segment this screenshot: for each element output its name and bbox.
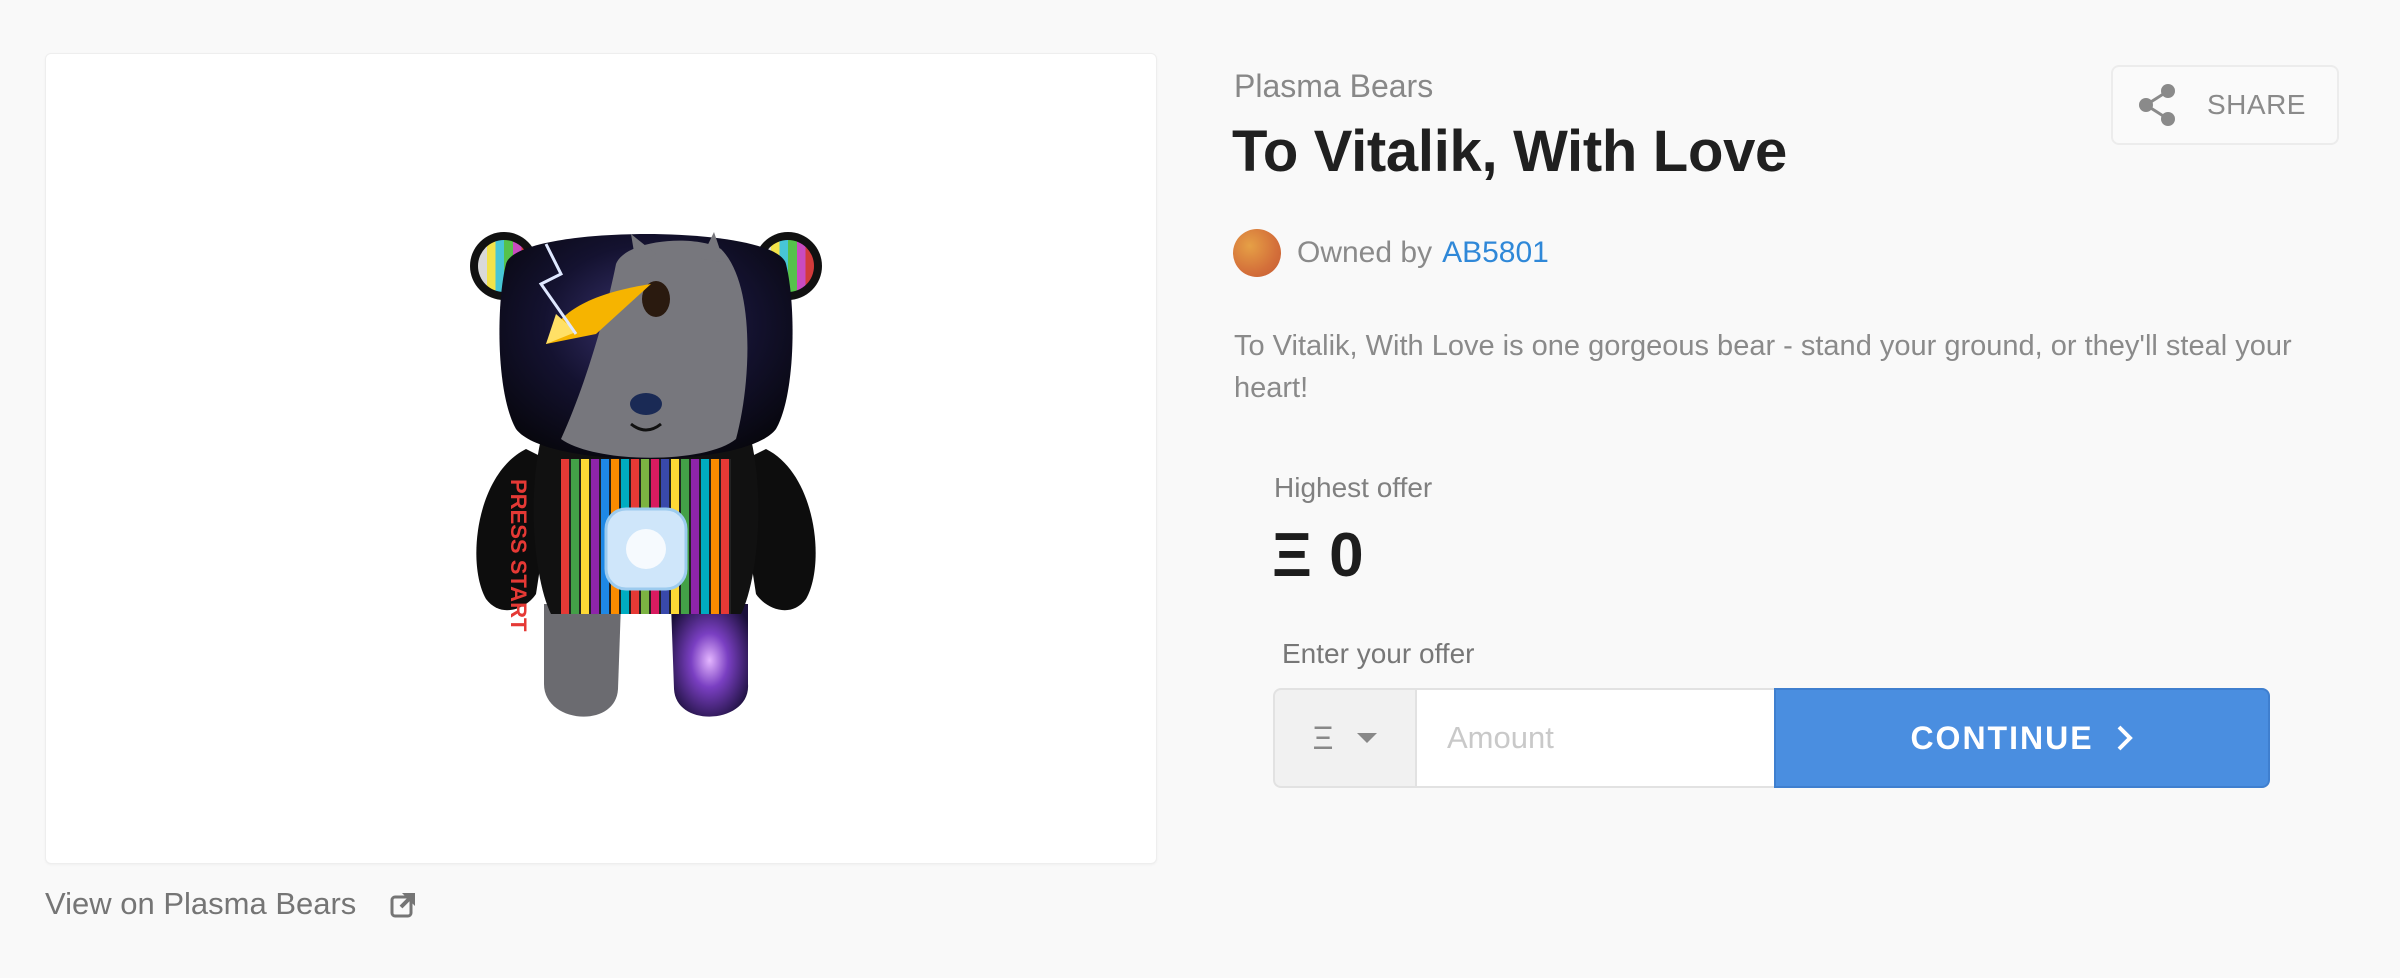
chevron-down-icon	[1357, 733, 1378, 743]
owner-row: Owned by AB5801	[1233, 229, 1549, 277]
share-button[interactable]: SHARE	[2111, 65, 2339, 145]
highest-offer-label: Highest offer	[1274, 472, 1433, 503]
press-start-text: PRESS START	[506, 479, 531, 632]
currency-select[interactable]: Ξ	[1273, 688, 1415, 788]
asset-description: To Vitalik, With Love is one gorgeous be…	[1234, 330, 2292, 404]
bear-artwork: PRESS START	[470, 232, 822, 717]
asset-title: To Vitalik, With Love	[1232, 119, 1787, 184]
continue-label: CONTINUE	[1910, 719, 2094, 756]
asset-image-card[interactable]: PRESS START	[45, 53, 1157, 864]
share-icon	[2139, 84, 2175, 126]
owner-link[interactable]: AB5801	[1442, 236, 1549, 270]
view-on-collection-link[interactable]: View on Plasma Bears	[45, 886, 418, 922]
share-label: SHARE	[2207, 89, 2306, 120]
owner-prefix: Owned by	[1297, 236, 1433, 269]
highest-offer-value: Ξ 0	[1272, 521, 1364, 590]
continue-button[interactable]: CONTINUE	[1774, 688, 2270, 788]
enter-offer-label: Enter your offer	[1282, 638, 1475, 669]
collection-name[interactable]: Plasma Bears	[1234, 68, 1433, 105]
asset-page: PRESS START View on Plasma Bears Plasma …	[0, 0, 2400, 978]
external-link-icon	[390, 893, 416, 918]
offer-form: Ξ CONTINUE	[1273, 688, 2270, 788]
avatar[interactable]	[1233, 229, 1281, 277]
currency-symbol: Ξ	[1312, 719, 1334, 756]
view-link-label: View on Plasma Bears	[45, 886, 357, 921]
amount-input[interactable]	[1415, 688, 1774, 788]
chevron-right-icon	[2117, 725, 2133, 751]
